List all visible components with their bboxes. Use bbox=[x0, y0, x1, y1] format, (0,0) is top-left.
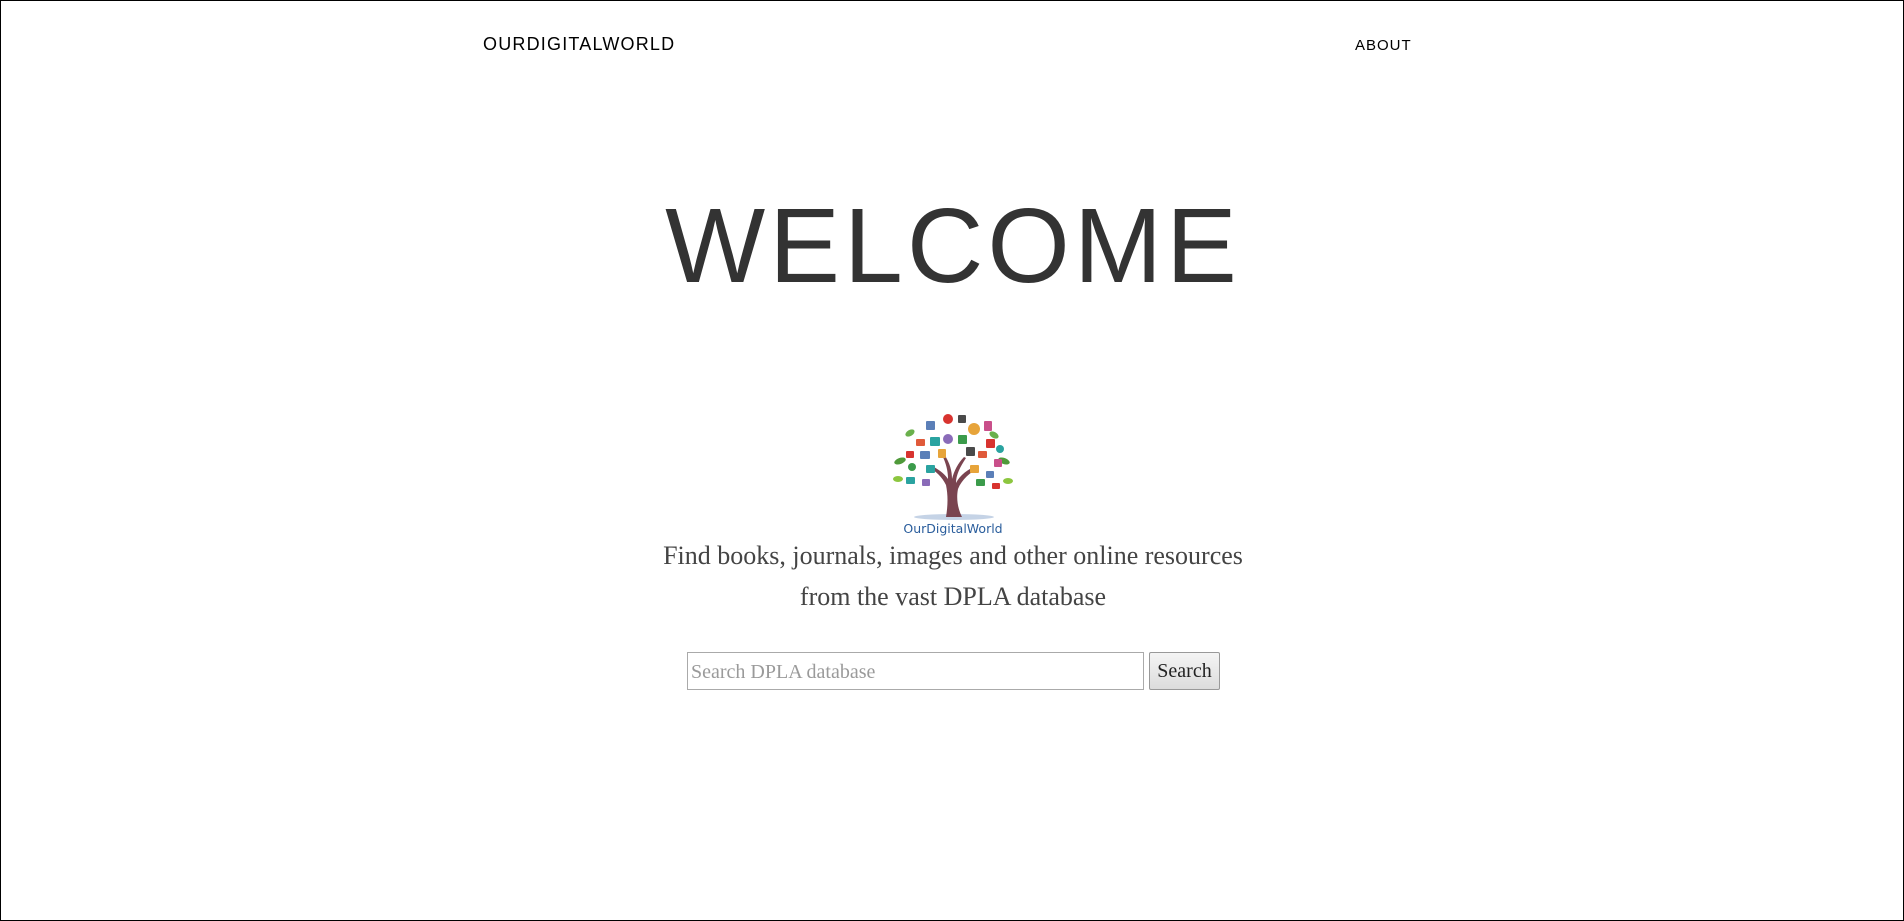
nav-about-link[interactable]: ABOUT bbox=[1355, 37, 1412, 54]
page-title: WELCOME bbox=[665, 187, 1241, 305]
search-button[interactable]: Search bbox=[1149, 652, 1220, 690]
brand-link[interactable]: OURDIGITALWORLD bbox=[483, 34, 675, 55]
tagline: Find books, journals, images and other o… bbox=[1, 535, 1904, 617]
tagline-line-2: from the vast DPLA database bbox=[799, 582, 1107, 611]
logo-caption: OurDigitalWorld bbox=[903, 521, 1002, 536]
ourdigitalworld-logo: OurDigitalWorld bbox=[893, 414, 1013, 536]
search-input[interactable] bbox=[687, 652, 1144, 690]
tagline-line-1: Find books, journals, images and other o… bbox=[663, 541, 1243, 570]
page-frame: OURDIGITALWORLD ABOUT WELCOME OurDigital… bbox=[0, 0, 1904, 921]
